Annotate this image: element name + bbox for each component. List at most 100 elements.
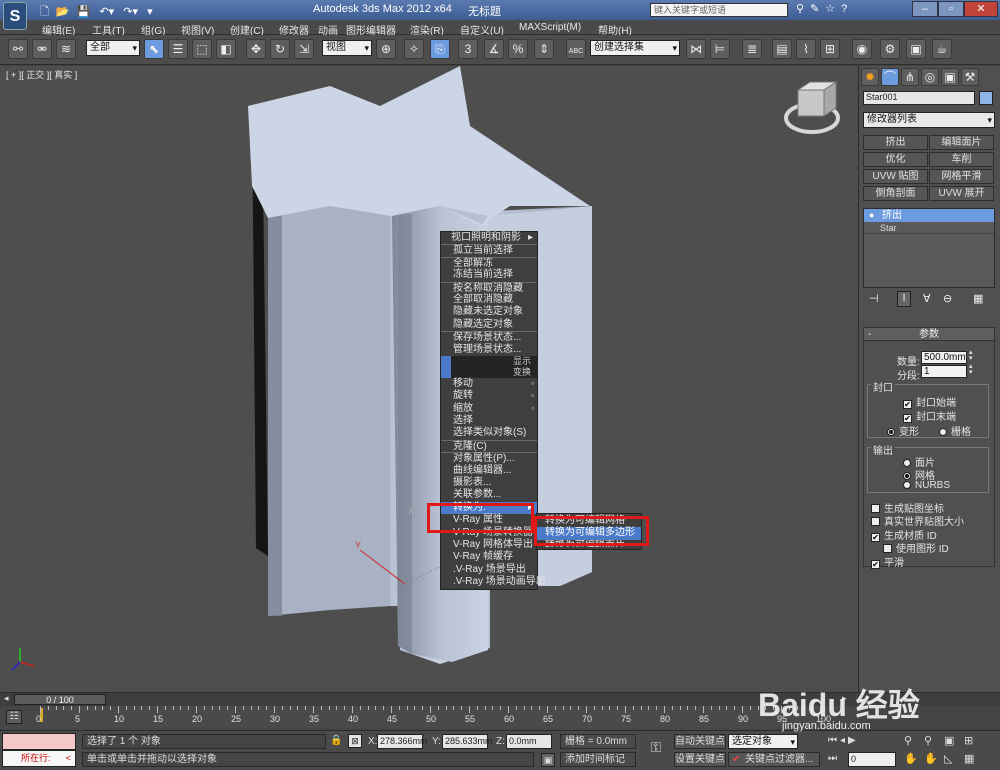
gen-mapping-check[interactable]	[871, 504, 880, 513]
schematic-view-icon[interactable]: ⊞	[820, 39, 840, 59]
mod-button-lathe[interactable]: 车削	[929, 152, 994, 167]
mirror-icon[interactable]: ⋈	[686, 39, 706, 59]
pin-stack-icon[interactable]: ⊣	[869, 292, 879, 305]
submenu-convert-editable-poly[interactable]: 转换为可编辑多边形	[537, 527, 641, 540]
mod-button-uvw-map[interactable]: UVW 贴图	[863, 169, 928, 184]
stack-item-star[interactable]: Star	[864, 222, 994, 234]
select-object-icon[interactable]: ⬉	[144, 39, 164, 59]
quad-item-wire-parameters[interactable]: 关联参数...	[441, 489, 537, 501]
remove-modifier-icon[interactable]: ⊖	[943, 292, 952, 305]
quad-item-hide-selection[interactable]: 隐藏选定对象	[441, 319, 537, 331]
time-slider-thumb[interactable]: 0 / 100	[14, 694, 106, 705]
mod-button-extrude[interactable]: 挤出	[863, 135, 928, 150]
quad-item-select[interactable]: 选择	[441, 415, 537, 427]
app-logo-icon[interactable]: S	[3, 2, 27, 30]
segments-spinner-arrows[interactable]: ▴ ▾	[969, 363, 973, 376]
out-nurbs-radio[interactable]: NURBS	[903, 480, 950, 491]
smooth-check[interactable]: ✔	[871, 560, 880, 569]
quad-item-dope-sheet[interactable]: 摄影表...	[441, 477, 537, 489]
zoom-icon[interactable]: ⚲	[904, 734, 912, 747]
quad-item-vray-scene-export[interactable]: .V-Ray 场景导出	[441, 564, 537, 576]
mod-button-bevel-profile[interactable]: 倒角剖面	[863, 186, 928, 201]
quad-item-vray-mesh-export[interactable]: V-Ray 网格体导出	[441, 539, 537, 551]
quad-item-vray-animation-export[interactable]: .V-Ray 场景动画导出	[441, 576, 546, 588]
real-world-check[interactable]	[871, 517, 880, 526]
object-name-field[interactable]: Star001	[863, 91, 975, 105]
key-mode-icon[interactable]: ⚿	[644, 739, 668, 759]
time-tag-icon[interactable]: ▣	[541, 753, 555, 767]
undo-icon[interactable]: ↶▾	[99, 6, 114, 18]
mod-button-unwrap-uvw[interactable]: UVW 展开	[929, 186, 994, 201]
keyboard-shortcut-icon[interactable]: ⎘	[430, 39, 450, 59]
redo-icon[interactable]: ↷▾	[123, 6, 138, 18]
hierarchy-tab-icon[interactable]: ⋔	[901, 68, 919, 86]
viewport[interactable]: [ + ][ 正交 ][ 真实 ] Y X	[0, 66, 858, 692]
create-tab-icon[interactable]: ✹	[861, 68, 879, 86]
utilities-tab-icon[interactable]: ⚒	[961, 68, 979, 86]
parameters-rollout-header[interactable]: - 参数	[864, 328, 994, 341]
motion-tab-icon[interactable]: ◎	[921, 68, 939, 86]
morph-radio-dot[interactable]	[887, 428, 895, 436]
unlink-icon[interactable]: ⚮	[32, 39, 52, 59]
curve-editor-icon[interactable]: ⌇	[796, 39, 816, 59]
pivot-center-icon[interactable]: ⊕	[376, 39, 396, 59]
edit-named-selection-icon[interactable]: ABC	[566, 39, 586, 59]
maximize-viewport-icon[interactable]: ▦	[964, 752, 974, 765]
add-time-tag[interactable]: 添加时间标记	[560, 752, 636, 767]
mini-curve-editor-icon[interactable]: ☷	[6, 710, 22, 724]
absolute-mode-icon[interactable]: ⊠	[348, 734, 362, 748]
gen-matid-check[interactable]: ✔	[871, 533, 880, 542]
zoom-extents-icon[interactable]: ▣	[944, 734, 954, 747]
render-setup-icon[interactable]: ⚙	[880, 39, 900, 59]
maximize-button[interactable]: ▫	[938, 1, 964, 17]
out-mesh-dot[interactable]	[903, 472, 911, 480]
grid-radio-dot[interactable]	[939, 428, 947, 436]
ref-coord-dropdown[interactable]: 视图	[322, 40, 372, 56]
new-file-icon[interactable]: 🗋	[40, 6, 49, 18]
select-by-name-icon[interactable]: ☰	[168, 39, 188, 59]
mod-button-edit-patch[interactable]: 编辑面片	[929, 135, 994, 150]
maxscript-listener[interactable]	[2, 733, 76, 750]
help-icon[interactable]: ?	[841, 3, 853, 15]
render-production-icon[interactable]: ☕	[932, 39, 952, 59]
z-coord-field[interactable]: 0.0mm	[506, 734, 552, 749]
configure-sets-icon[interactable]: ▦	[973, 292, 983, 305]
wrench-icon[interactable]: ✎	[810, 3, 825, 15]
go-to-start-icon[interactable]: ⏮	[828, 735, 840, 746]
search-input[interactable]: 键入关键字或短语	[650, 3, 788, 17]
quad-item-unfreeze-all[interactable]: 全部解冻	[441, 256, 537, 269]
cap-start-checkbox[interactable]: ✔ 封口始端	[903, 394, 956, 409]
mod-button-meshsmooth[interactable]: 网格平滑	[929, 169, 994, 184]
mod-button-optimize[interactable]: 优化	[863, 152, 928, 167]
pan-icon[interactable]: ✋	[904, 752, 918, 765]
make-unique-icon[interactable]: ∀	[923, 292, 931, 305]
time-slider-next[interactable]: ▸	[842, 693, 847, 704]
link-icon[interactable]: ⚯	[8, 39, 28, 59]
qat-more-icon[interactable]: ▾	[147, 6, 153, 18]
snap-3d-icon[interactable]: 3	[458, 39, 478, 59]
quad-item-vray-properties[interactable]: V-Ray 属性	[441, 514, 537, 526]
out-nurbs-dot[interactable]	[903, 481, 911, 489]
modify-tab-icon[interactable]: ⌒	[881, 68, 899, 86]
key-mode-toggle-icon[interactable]: ⏭	[828, 753, 837, 764]
named-selection-dropdown[interactable]: 创建选择集	[590, 40, 680, 56]
material-editor-icon[interactable]: ◉	[852, 39, 872, 59]
quad-item-curve-editor[interactable]: 曲线编辑器...	[441, 465, 537, 477]
rendered-frame-icon[interactable]: ▣	[906, 39, 926, 59]
quad-item-freeze-selection[interactable]: 冻结当前选择	[441, 269, 537, 281]
real-world-checkbox[interactable]: 真实世界贴图大小	[871, 513, 964, 528]
minimize-button[interactable]: –	[912, 1, 938, 17]
align-icon[interactable]: ⊨	[710, 39, 730, 59]
display-tab-icon[interactable]: ▣	[941, 68, 959, 86]
use-shape-id-check[interactable]	[883, 544, 892, 553]
show-end-result-icon[interactable]: I	[897, 291, 911, 307]
zoom-all-icon[interactable]: ⚲	[924, 734, 932, 747]
submenu-convert-editable-patch[interactable]: 转换为可编辑面片	[537, 540, 641, 548]
stack-item-extrude[interactable]: ● 挤出	[864, 209, 994, 222]
quad-item-manage-scene-states[interactable]: 管理场景状态...	[441, 344, 537, 356]
bind-space-warp-icon[interactable]: ≋	[56, 39, 76, 59]
track-bar[interactable]: ☷ 0 5 10 15 20 25 30 35 40 45 50 55 60 65 70 75 80 85 90 95…	[0, 706, 858, 730]
rotate-icon[interactable]: ↻	[270, 39, 290, 59]
submenu-convert-editable-mesh[interactable]: 转换为可编辑网格	[537, 515, 641, 527]
morph-radio[interactable]: 变形	[887, 423, 919, 438]
